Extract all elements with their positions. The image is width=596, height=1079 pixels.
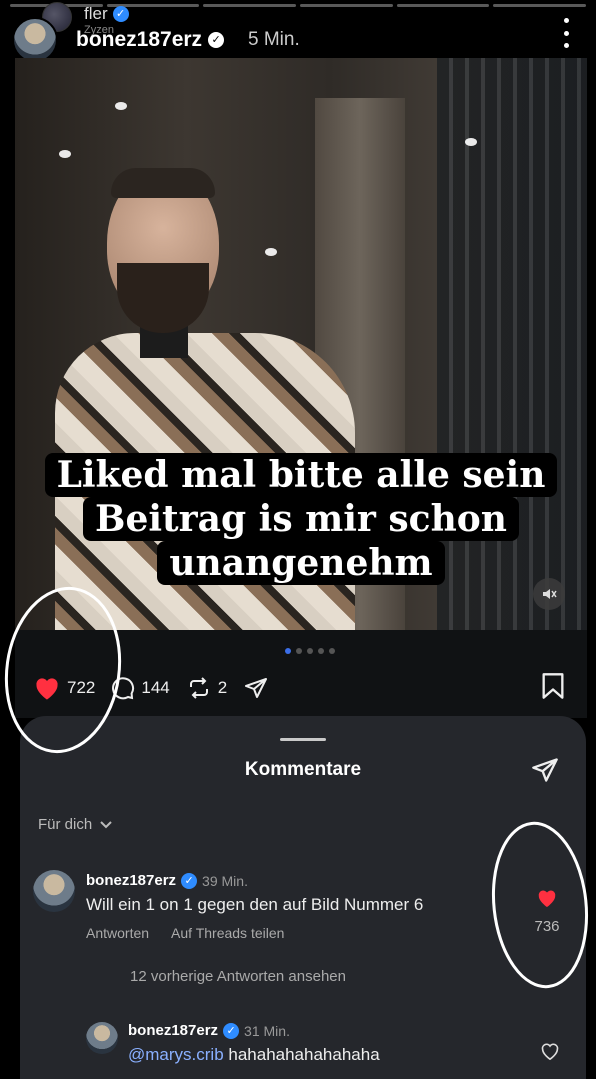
story-caption: Liked mal bitte alle sein Beitrag is mir… [41, 453, 561, 585]
repost-button[interactable]: 2 [186, 676, 227, 700]
more-options-icon[interactable] [564, 18, 570, 48]
author-username-label: bonez187erz [76, 28, 203, 51]
verified-icon: ✓ [181, 872, 198, 889]
reposter-name-label: fler [84, 4, 108, 23]
heart-filled-icon [538, 890, 556, 908]
post-card: Liked mal bitte alle sein Beitrag is mir… [15, 58, 587, 718]
author-avatar[interactable] [12, 17, 58, 63]
share-comments-button[interactable] [530, 756, 560, 789]
like-count: 722 [67, 678, 96, 697]
post-time: 5 Min. [248, 29, 300, 50]
ceiling-light [465, 138, 477, 146]
reply-body: hahahahahahahaha [223, 1045, 380, 1064]
verified-icon: ✓ [223, 1022, 240, 1039]
bookmark-icon [542, 673, 564, 699]
comment-count: 144 [141, 678, 170, 697]
comment-bubble-icon [112, 677, 135, 700]
commenter-avatar[interactable] [33, 870, 75, 912]
chevron-down-icon [100, 820, 112, 828]
carousel-dot [307, 648, 313, 654]
comment-button[interactable]: 144 [111, 676, 170, 700]
repost-count: 2 [217, 678, 228, 697]
story-header: fler ✓ Zyzen bonez187erz ✓ 5 Min. [0, 0, 596, 63]
person-beard [117, 263, 209, 333]
comments-sheet: Kommentare Für dich bonez187erz ✓ 39 Min… [20, 716, 586, 1079]
carousel-dot [296, 648, 302, 654]
verified-icon: ✓ [112, 6, 129, 22]
like-button[interactable]: 722 [33, 675, 95, 701]
reply-text: @marys.crib hahahahahahahaha [128, 1045, 528, 1065]
send-icon [532, 758, 558, 782]
send-icon [245, 678, 268, 698]
post-actions: 722 144 2 [33, 670, 587, 706]
sheet-title: Kommentare [244, 759, 362, 780]
replier-username[interactable]: bonez187erz ✓ 31 Min. [128, 1022, 528, 1039]
repost-icon [189, 677, 208, 699]
ceiling-light [115, 102, 127, 110]
sheet-drag-handle[interactable] [280, 738, 326, 741]
carousel-dot [329, 648, 335, 654]
heart-filled-icon [36, 678, 58, 700]
replier-username-label: bonez187erz [128, 1022, 219, 1039]
filter-label: Für dich [38, 816, 93, 833]
heart-outline-icon [541, 1043, 559, 1061]
reply-like-button[interactable] [540, 1042, 560, 1065]
view-replies-button[interactable]: 12 vorherige Antworten ansehen [130, 968, 346, 985]
comment-like-button[interactable]: 736 [530, 888, 564, 935]
caption-line: Beitrag is mir schon [83, 497, 519, 541]
caption-line: unangenehm [157, 541, 445, 585]
reposter-name[interactable]: fler ✓ [84, 4, 129, 24]
reply-button[interactable]: Antworten [86, 925, 149, 941]
caption-line: Liked mal bitte alle sein [44, 453, 558, 497]
carousel-dot [285, 648, 291, 654]
share-button[interactable] [243, 676, 269, 700]
comment-filter-dropdown[interactable]: Für dich [38, 816, 112, 833]
save-button[interactable] [541, 672, 565, 705]
person-hair [111, 168, 215, 198]
post-photo[interactable]: Liked mal bitte alle sein Beitrag is mir… [15, 58, 587, 630]
commenter-username-label: bonez187erz [86, 872, 177, 889]
author-username[interactable]: bonez187erz ✓ [76, 28, 225, 52]
carousel-dot [318, 648, 324, 654]
commenter-username[interactable]: bonez187erz ✓ 39 Min. [86, 872, 506, 889]
comment-like-count: 736 [534, 918, 560, 935]
comment-time: 39 Min. [202, 872, 248, 889]
comment-text: Will ein 1 on 1 gegen den auf Bild Numme… [86, 895, 424, 914]
share-threads-button[interactable]: Auf Threads teilen [171, 925, 284, 941]
mute-icon[interactable] [533, 578, 565, 610]
reply-time: 31 Min. [244, 1022, 290, 1039]
verified-icon: ✓ [208, 32, 225, 48]
carousel-dots [285, 648, 335, 654]
replier-avatar[interactable] [86, 1022, 118, 1054]
ceiling-light [59, 150, 71, 158]
mention-link[interactable]: @marys.crib [128, 1045, 224, 1064]
